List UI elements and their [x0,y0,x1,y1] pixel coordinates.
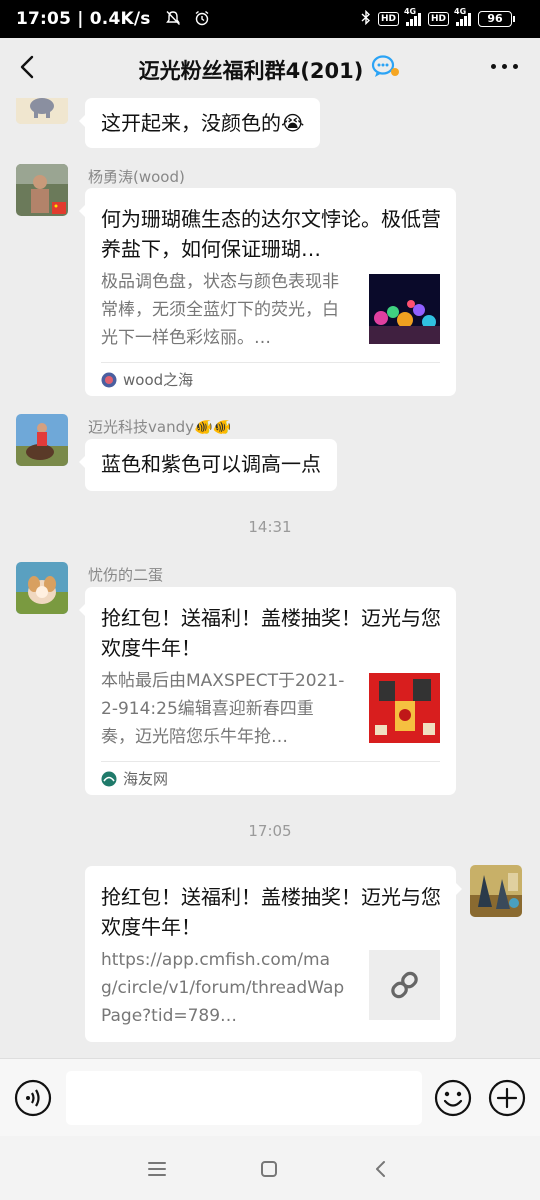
card-thumbnail [369,274,440,344]
avatar-self[interactable] [470,865,522,917]
nav-menu-button[interactable] [144,1156,170,1182]
signal-icon: 4G [404,7,421,26]
group-chat-icon [371,54,401,85]
more-dots-icon [491,64,496,69]
chat-title-area: 迈光粉丝福利群4(201) [0,54,540,85]
card-description: https://app.cmfish.com/mag/circle/v1/for… [101,950,345,1026]
nav-back-icon [376,1161,385,1177]
battery-icon: 96 [478,11,515,27]
network-speed: 0.4K/s [89,9,151,29]
link-card[interactable]: 抢红包！送福利！盖楼抽奖！迈光与您欢度牛年！ https://app.cmfis… [85,866,462,1042]
avatar[interactable] [16,414,68,466]
card-description: 极品调色盘，状态与颜色表现非常棒，无须全蓝灯下的荧光，白光下一样色彩炫丽。… [101,272,339,348]
page-title: 迈光粉丝福利群4(201) [138,58,364,83]
system-nav-bar [0,1136,540,1200]
home-square-icon [261,1161,277,1177]
menu-icon [148,1162,166,1176]
source-logo-icon [101,771,117,786]
bluetooth-icon [361,9,371,28]
chat-header: 迈光粉丝福利群4(201) [0,38,540,98]
status-bar: 17:05 | 0.4K/s HD 4G HD 4G 96 [0,0,540,38]
card-source: 海友网 [101,761,440,795]
status-time: 17:05 [16,9,72,29]
alarm-icon [194,9,210,29]
sender-name: 忧伤的二蛋 [88,566,164,584]
hd-badge: HD [377,12,399,26]
message-text: 这开起来，没颜色的😭 [101,111,305,135]
status-left: 17:05 | 0.4K/s [16,9,210,29]
link-card[interactable]: 抢红包！送福利！盖楼抽奖！迈光与您欢度牛年！ 本帖最后由MAXSPECT于202… [79,587,456,795]
chat-list[interactable]: 这开起来，没颜色的😭 杨勇涛(wood) 何为珊瑚礁生态的达尔文悖论。极低营养盐… [0,98,540,1058]
timestamp: 14:31 [248,518,292,536]
link-thumbnail [369,950,440,1020]
card-source-name: 海友网 [123,770,169,788]
timestamp: 17:05 [248,822,292,840]
avatar[interactable] [16,164,68,216]
hd-badge-2: HD [427,12,449,26]
message-text: 蓝色和紫色可以调高一点 [101,452,321,476]
plus-icon [488,1079,526,1117]
emoji-button[interactable] [434,1079,472,1117]
message-bubble[interactable]: 这开起来，没颜色的😭 [78,98,321,148]
voice-icon [14,1079,52,1117]
sender-name: 杨勇涛(wood) [88,168,185,186]
card-title: 抢红包！送福利！盖楼抽奖！迈光与您欢度牛年！ [101,606,441,660]
signal-icon-2: 4G [454,7,471,26]
source-logo-icon [101,372,117,387]
card-thumbnail [369,673,440,743]
nav-home-button[interactable] [256,1156,282,1182]
mute-icon [165,9,187,29]
add-button[interactable] [488,1079,526,1117]
avatar[interactable] [16,562,68,614]
link-icon [391,971,418,999]
sender-name: 迈光科技vandy🐠🐠 [88,418,232,436]
card-source: wood之海 [101,362,440,396]
status-right: HD 4G HD 4G 96 [361,7,515,28]
card-description: 本帖最后由MAXSPECT于2021-2-914:25编辑喜迎新春四重奏，迈光陪… [101,671,345,747]
card-title: 何为珊瑚礁生态的达尔文悖论。极低营养盐下，如何保证珊瑚… [101,207,441,261]
link-card[interactable]: 何为珊瑚礁生态的达尔文悖论。极低营养盐下，如何保证珊瑚… 极品调色盘，状态与颜色… [79,188,456,396]
more-button[interactable] [491,64,518,69]
avatar[interactable] [16,98,68,124]
card-title: 抢红包！送福利！盖楼抽奖！迈光与您欢度牛年！ [101,885,441,939]
message-bubble[interactable]: 蓝色和紫色可以调高一点 [79,439,337,491]
emoji-icon [434,1079,472,1117]
voice-button[interactable] [14,1079,52,1117]
nav-back-button[interactable] [368,1156,394,1182]
card-source-name: wood之海 [123,371,194,389]
message-input[interactable] [66,1071,422,1125]
input-bar [0,1058,540,1136]
